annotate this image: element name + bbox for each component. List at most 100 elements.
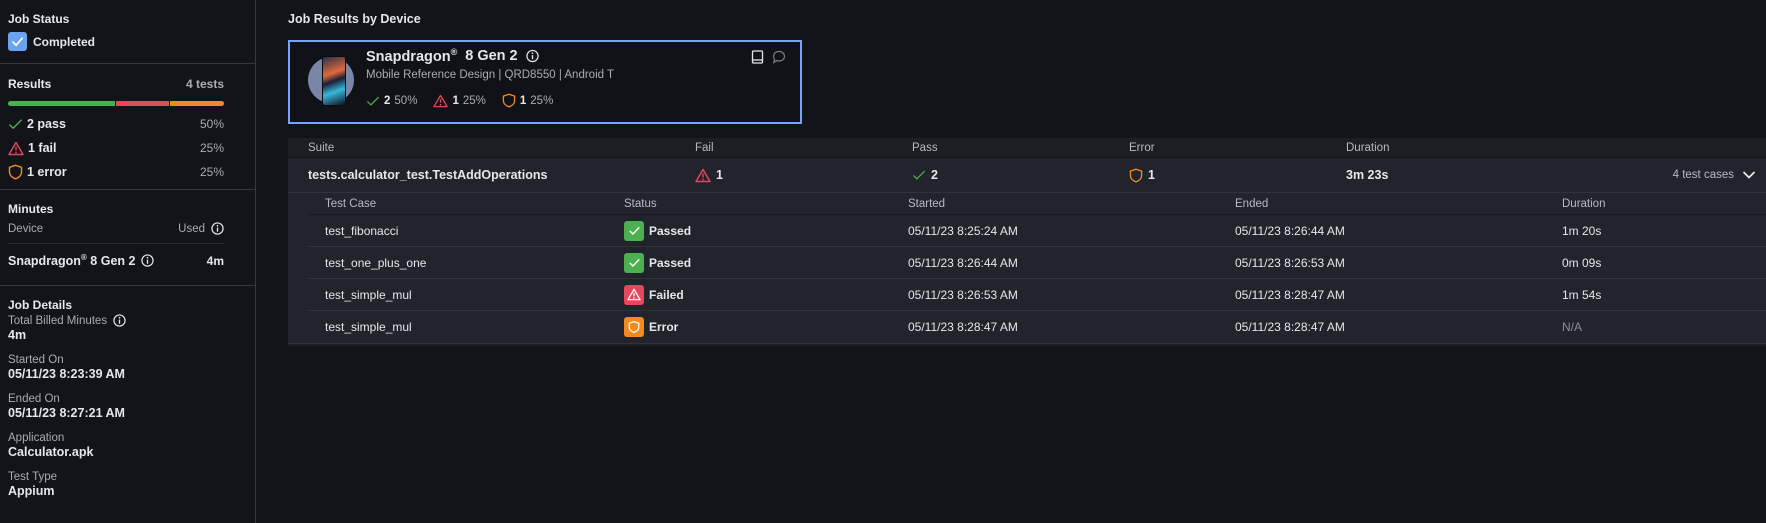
test-case-duration: N/A [1562, 320, 1583, 334]
col-fail: Fail [695, 141, 714, 154]
failed-warning-icon [624, 284, 644, 305]
col-ended: Ended [1235, 197, 1269, 210]
results-bar-fail [115, 101, 170, 106]
minutes-section: Minutes Device Used Snapdragon® 8 Gen 2 … [0, 190, 255, 286]
total-billed-label-text: Total Billed Minutes [8, 314, 108, 327]
suite-error: 1 [1129, 168, 1346, 183]
minutes-device-row: Snapdragon® 8 Gen 2 4m [8, 253, 224, 268]
device-error-percent: 25% [530, 94, 554, 107]
comment-icon[interactable] [772, 50, 786, 64]
results-count: 4 tests [185, 77, 224, 91]
results-bar-error [170, 101, 224, 106]
suite-case-count: 4 test cases [1672, 169, 1734, 181]
results-error-line: 1 error 25% [8, 160, 224, 184]
check-icon [912, 169, 926, 181]
chevron-down-icon[interactable] [1742, 170, 1756, 180]
col-suite: Suite [308, 141, 335, 154]
total-billed-label: Total Billed Minutes [8, 314, 247, 327]
col-duration: Duration [1346, 141, 1390, 154]
job-details-section: Job Details Total Billed Minutes 4m Star… [0, 286, 255, 498]
test-case-name: test_simple_mul [325, 320, 412, 334]
started-on-label: Started On [8, 354, 64, 366]
suite-row[interactable]: tests.calculator_test.TestAddOperations … [288, 158, 1766, 193]
device-stat-fail: 1 25% [433, 94, 486, 108]
suite-expand-toggle[interactable]: 4 test cases [1673, 169, 1756, 181]
test-case-ended: 05/11/23 8:28:47 AM [1235, 320, 1345, 334]
device-pass-percent: 50% [394, 94, 418, 107]
test-case-name: test_simple_mul [325, 287, 412, 302]
suite-pass-count: 2 [931, 168, 938, 182]
results-title: Results [8, 77, 52, 91]
error-shield-icon [624, 317, 644, 337]
test-case-started: 05/11/23 8:26:53 AM [908, 287, 1018, 302]
results-pass-line: 2 pass 50% [8, 112, 224, 136]
job-details-title: Job Details [8, 298, 73, 312]
info-icon[interactable] [525, 49, 539, 63]
test-case-started: 05/11/23 8:25:24 AM [908, 223, 1018, 238]
test-case-ended: 05/11/23 8:28:47 AM [1235, 287, 1345, 302]
test-case-name: test_fibonacci [325, 223, 399, 238]
table-row[interactable]: test_one_plus_one Passed 05/11/23 8:26:4… [308, 247, 1766, 279]
test-case-name: test_one_plus_one [325, 255, 427, 270]
results-error-label: 1 error [27, 165, 67, 179]
test-case-status-label: Passed [649, 223, 692, 238]
col-test-case: Test Case [325, 197, 377, 210]
device-actions [751, 50, 786, 64]
results-progress-bar [8, 101, 224, 106]
test-case-table: Test Case Status Started Ended Duration … [308, 193, 1766, 343]
device-name-text: Snapdragon [366, 48, 451, 65]
test-case-status: Passed [624, 220, 908, 241]
device-fail-count: 1 [452, 94, 459, 107]
test-case-ended: 05/11/23 8:26:53 AM [1235, 255, 1345, 270]
minutes-device-header: Device [8, 222, 44, 235]
info-icon[interactable] [211, 222, 224, 235]
test-case-ended: 05/11/23 8:26:44 AM [1235, 223, 1345, 238]
test-case-duration: 0m 09s [1562, 255, 1602, 270]
check-icon [8, 117, 23, 131]
table-bottom-border [288, 343, 1766, 346]
results-pass-percent: 50% [199, 117, 224, 131]
ended-on-value: 05/11/23 8:27:21 AM [8, 406, 125, 420]
minutes-device-model: 8 Gen 2 [86, 254, 136, 269]
shield-icon [8, 164, 23, 180]
results-pass-label: 2 pass [27, 117, 66, 131]
test-type-value: Appium [8, 484, 55, 498]
main-content: Job Results by Device Snapdragon® 8 Gen … [288, 0, 1766, 523]
results-fail-label: 1 fail [28, 141, 57, 155]
suite-fail-count: 1 [716, 168, 723, 182]
book-icon[interactable] [751, 50, 764, 64]
table-row[interactable]: test_simple_mul Failed 05/11/23 8:26:53 … [308, 279, 1766, 311]
device-model-text: 8 Gen 2 [465, 47, 518, 64]
col-case-duration: Duration [1562, 197, 1606, 210]
suite-table: Suite Fail Pass Error Duration tests.cal… [288, 138, 1766, 346]
device-card[interactable]: Snapdragon® 8 Gen 2 Mobile Reference Des… [288, 40, 802, 124]
test-case-duration: 1m 20s [1562, 223, 1602, 238]
suite-name: tests.calculator_test.TestAddOperations [308, 168, 548, 182]
job-status-value: Completed [33, 34, 96, 49]
ended-on-label: Ended On [8, 393, 60, 405]
suite-pass: 2 [912, 168, 1129, 182]
info-icon[interactable] [141, 254, 155, 267]
table-row[interactable]: test_simple_mul Error 05/11/23 8:28:47 A… [308, 311, 1766, 343]
total-billed-value: 4m [8, 328, 27, 342]
test-case-started: 05/11/23 8:28:47 AM [908, 320, 1018, 334]
test-type-label: Test Type [8, 471, 58, 483]
warning-triangle-icon [433, 94, 449, 108]
table-row[interactable]: test_fibonacci Passed 05/11/23 8:25:24 A… [308, 215, 1766, 247]
registered-mark: ® [450, 47, 458, 57]
device-pass-count: 2 [384, 94, 391, 107]
test-case-status-label: Passed [649, 255, 692, 270]
suite-fail: 1 [695, 168, 912, 183]
test-case-status: Passed [624, 252, 908, 273]
page-title: Job Results by Device [288, 12, 421, 26]
info-icon[interactable] [113, 314, 126, 327]
test-case-status-label: Error [649, 320, 679, 334]
warning-triangle-icon [695, 168, 711, 183]
passed-check-icon [624, 220, 644, 241]
col-error: Error [1129, 141, 1155, 154]
minutes-used-header: Used [178, 222, 205, 235]
device-image [322, 56, 346, 106]
suite-duration: 3m 23s [1346, 168, 1389, 182]
job-status-section: Job Status Completed [0, 0, 255, 64]
col-status: Status [624, 197, 657, 210]
